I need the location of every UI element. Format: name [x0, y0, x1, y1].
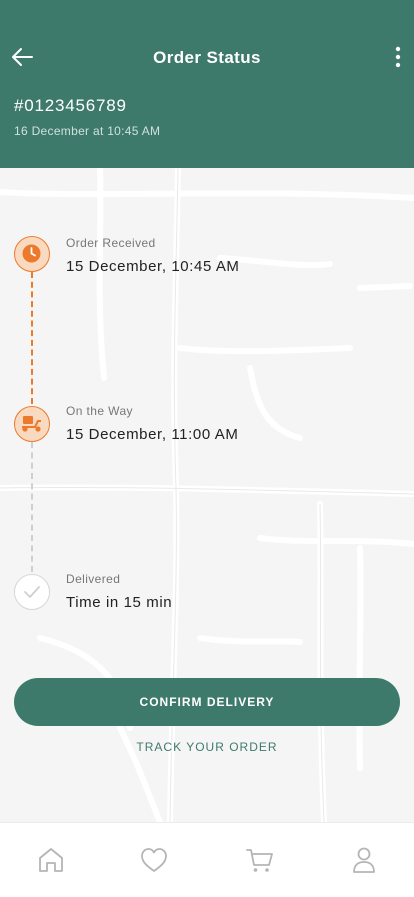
order-id: #0123456789 — [14, 96, 127, 115]
step-value: 15 December, 10:45 AM — [66, 258, 240, 275]
bottom-tab-bar — [0, 822, 414, 897]
heart-icon[interactable] — [137, 843, 171, 877]
step-label: Delivered — [66, 572, 121, 586]
step-label: On the Way — [66, 404, 133, 418]
header: Order Status #0123456789 16 December at … — [0, 0, 414, 168]
order-date: 16 December at 10:45 AM — [14, 124, 161, 138]
timeline-connector-complete — [31, 272, 33, 404]
step-value: 15 December, 11:00 AM — [66, 426, 239, 443]
cart-icon[interactable] — [243, 843, 277, 877]
delivery-scooter-icon — [14, 406, 50, 442]
more-vertical-icon[interactable] — [390, 44, 406, 70]
home-icon[interactable] — [34, 843, 68, 877]
clock-icon — [14, 236, 50, 272]
track-order-link[interactable]: TRACK YOUR ORDER — [0, 740, 414, 754]
step-value: Time in 15 min — [66, 594, 173, 611]
user-icon[interactable] — [347, 843, 381, 877]
step-label: Order Received — [66, 236, 156, 250]
confirm-delivery-button[interactable]: CONFIRM DELIVERY — [14, 678, 400, 726]
check-icon — [14, 574, 50, 610]
page-title: Order Status — [153, 48, 261, 67]
timeline-connector-pending — [31, 442, 33, 572]
